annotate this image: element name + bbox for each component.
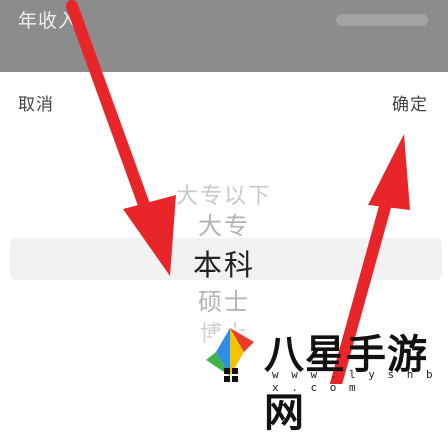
picker-option-bachelor-selected[interactable]: 本科 [0, 242, 448, 284]
picker-option-college[interactable]: 大专 [0, 206, 448, 241]
dimmed-form-overlay: 年收入 [0, 0, 448, 72]
cancel-button[interactable]: 取消 [18, 90, 54, 115]
picker-option-master[interactable]: 硕士 [0, 282, 448, 317]
confirm-button[interactable]: 确定 [392, 90, 428, 115]
watermark-url: w w w . l y s h b x . c o m [272, 368, 436, 394]
income-form-label: 年收入 [18, 10, 79, 32]
income-form-value [336, 14, 428, 26]
watermark-grid-icon [224, 368, 238, 382]
